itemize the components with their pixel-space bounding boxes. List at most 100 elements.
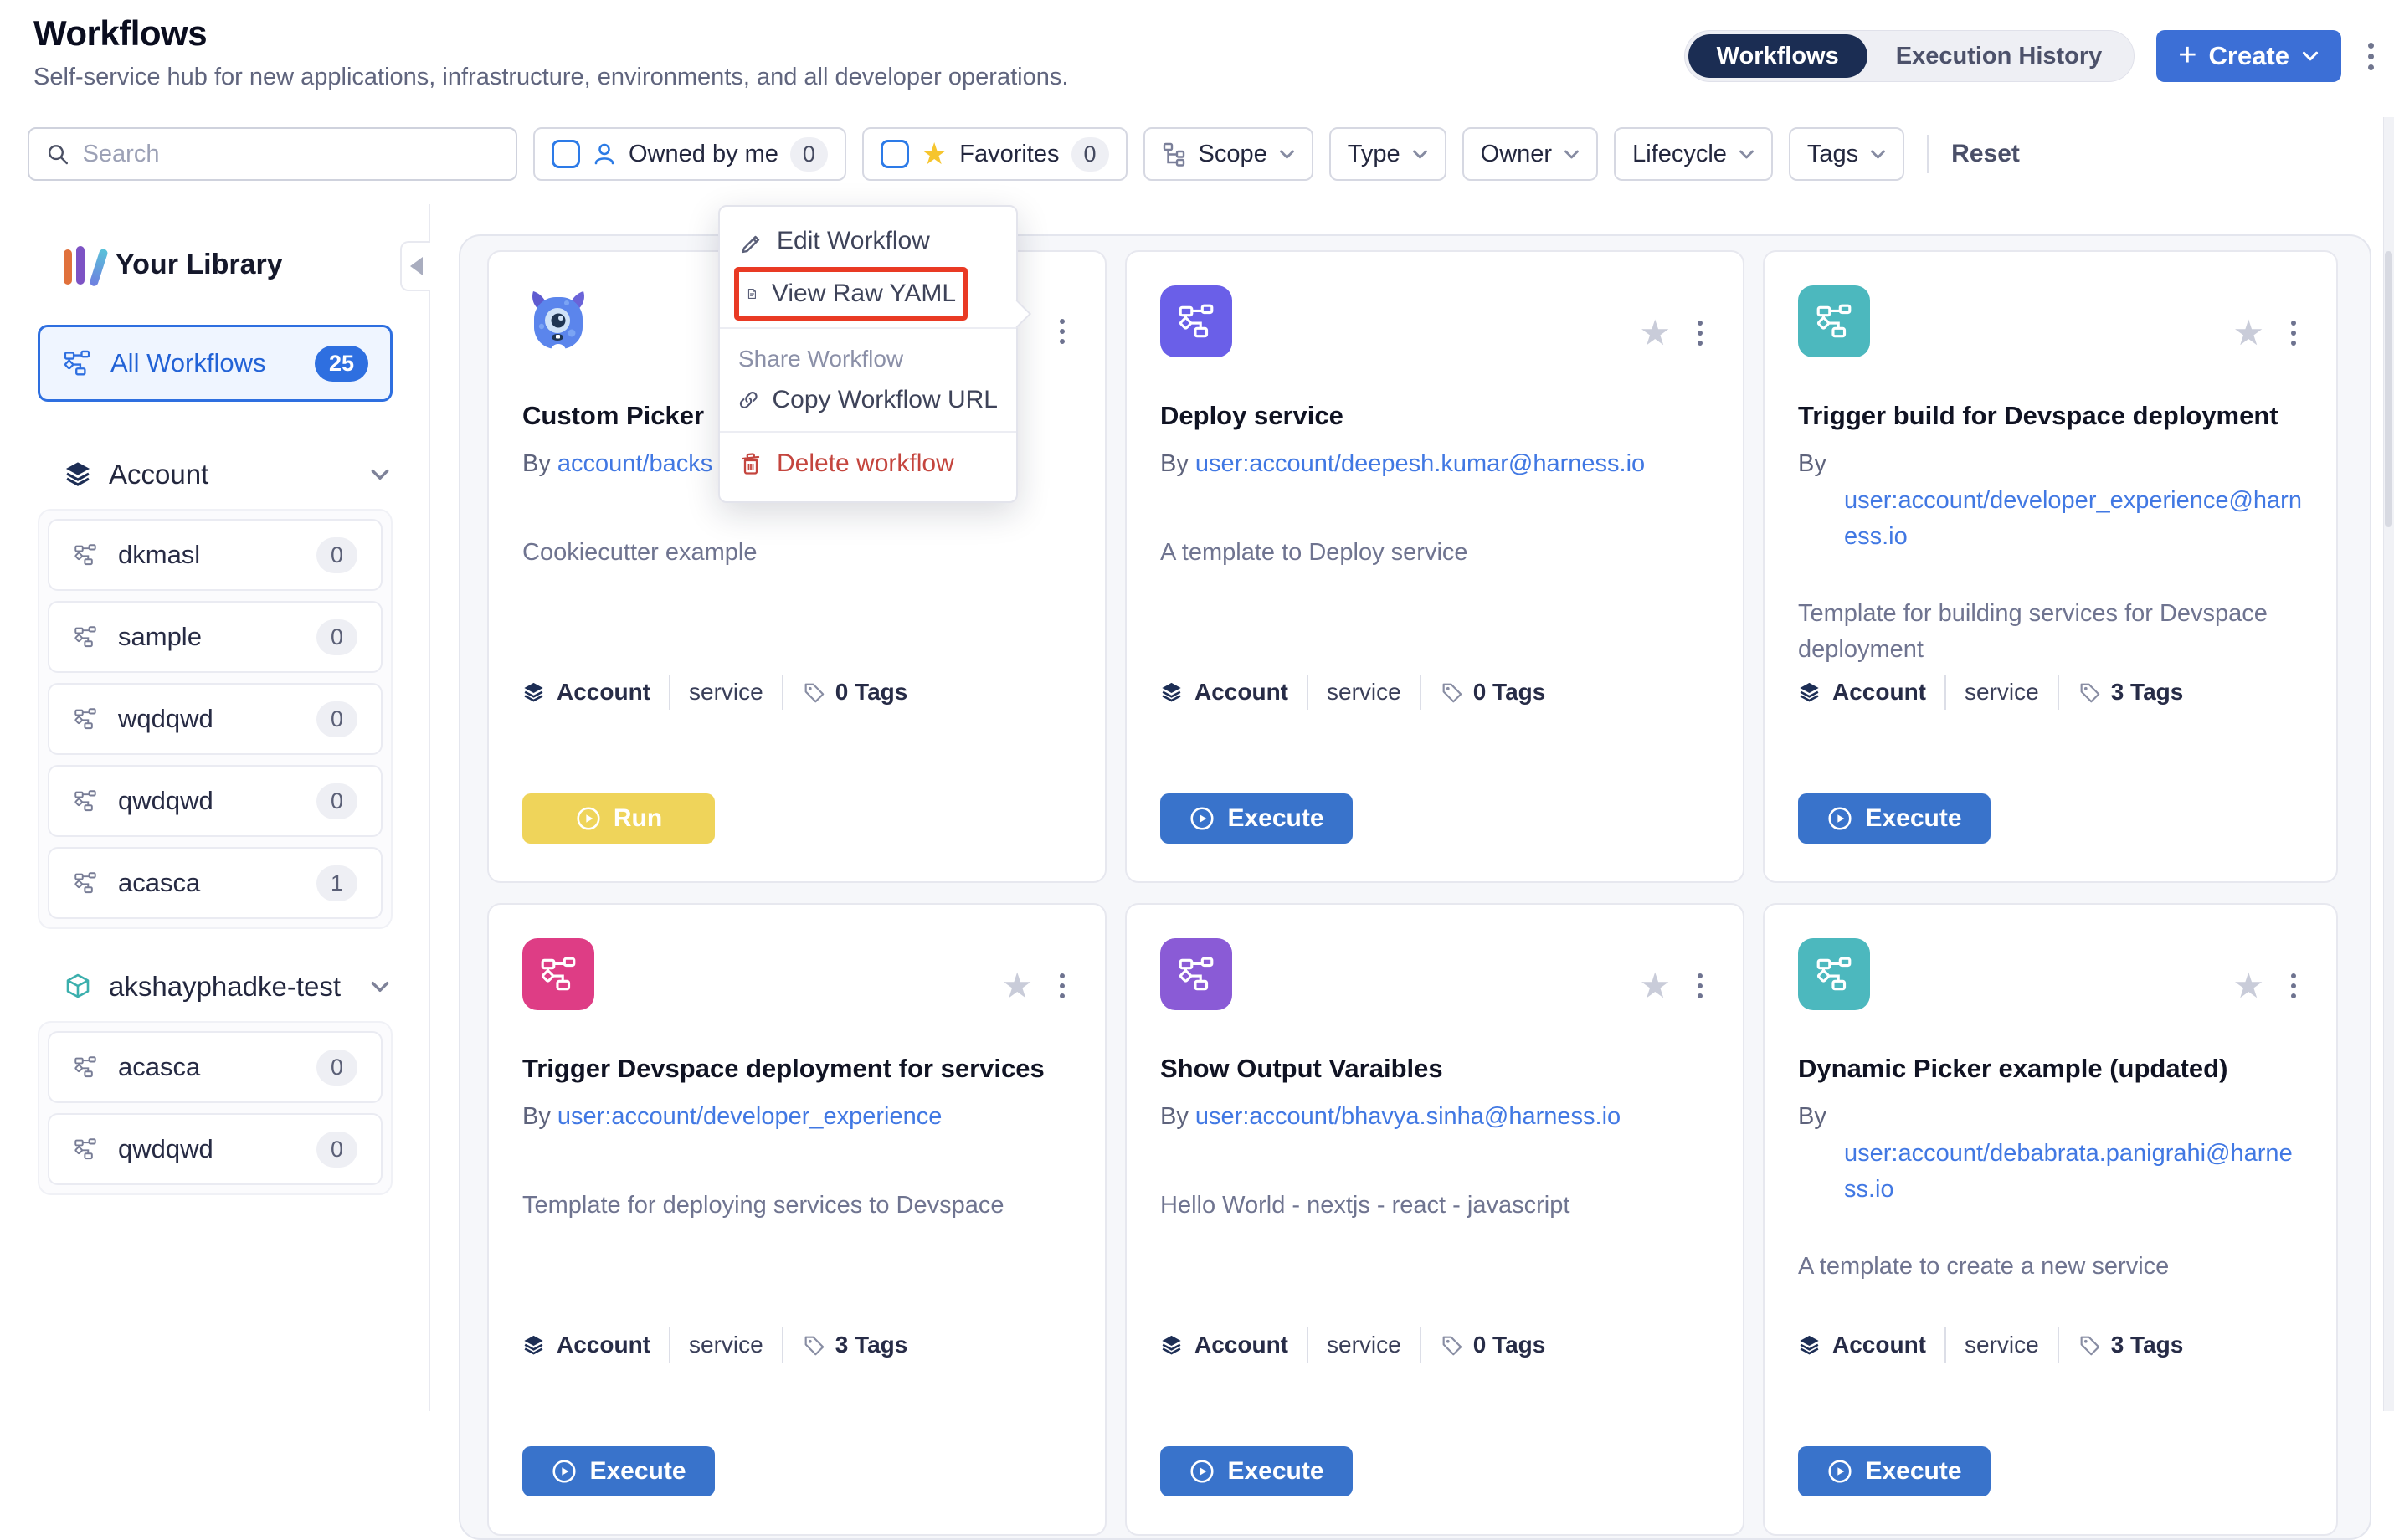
- favorite-star-icon[interactable]: ★: [1639, 316, 1671, 351]
- execute-button[interactable]: Execute: [1798, 793, 1991, 844]
- sidebar-item-all-workflows[interactable]: All Workflows 25: [38, 325, 393, 402]
- play-icon: [1826, 1458, 1853, 1485]
- scrollbar-thumb[interactable]: [2385, 251, 2392, 527]
- card-title: Trigger build for Devspace deployment: [1798, 401, 2303, 431]
- author-link[interactable]: user:account/deepesh.kumar@harness.io: [1195, 450, 1645, 477]
- scope-label: Scope: [1199, 141, 1267, 168]
- workflow-card-trigger-build[interactable]: ★ Trigger build for Devspace deployment …: [1763, 250, 2338, 883]
- author-link[interactable]: user:account/developer_experience: [557, 1103, 942, 1130]
- chevron-down-icon: [1279, 149, 1295, 160]
- owner-label: Owner: [1481, 141, 1552, 168]
- lifecycle-dropdown[interactable]: Lifecycle: [1614, 127, 1773, 181]
- menu-item-view-raw-yaml[interactable]: View Raw YAML: [739, 272, 963, 316]
- workflow-icon: [73, 1137, 98, 1162]
- favorite-star-icon[interactable]: ★: [1639, 968, 1671, 1004]
- author-link[interactable]: user:account/bhavya.sinha@harness.io: [1195, 1103, 1621, 1130]
- execute-button[interactable]: Execute: [1160, 793, 1353, 844]
- workflow-card-show-output[interactable]: ★ Show Output Varaibles By user:account/…: [1125, 903, 1744, 1536]
- scope-dropdown[interactable]: Scope: [1143, 127, 1313, 181]
- owner-dropdown[interactable]: Owner: [1462, 127, 1598, 181]
- layers-icon: [522, 681, 545, 704]
- favorite-star-icon[interactable]: ★: [2232, 316, 2264, 351]
- workflow-tile-icon: [1160, 285, 1232, 357]
- page-scrollbar[interactable]: [2383, 117, 2394, 1411]
- workflow-icon: [73, 542, 98, 567]
- workflow-icon: [73, 706, 98, 732]
- sidebar-collapse-button[interactable]: [400, 241, 430, 291]
- play-icon: [1826, 805, 1853, 832]
- favorites-checkbox[interactable]: [881, 140, 909, 168]
- sidebar-group-akshayphadke-test[interactable]: akshayphadke-test: [64, 971, 390, 1003]
- header-actions: Workflows Execution History + Create: [1684, 30, 2379, 82]
- workflow-card-trigger-devspace[interactable]: ★ Trigger Devspace deployment for servic…: [487, 903, 1107, 1536]
- menu-section-share: Share Workflow: [720, 336, 1016, 376]
- card-kebab-menu-icon[interactable]: [1694, 317, 1706, 349]
- view-toggle: Workflows Execution History: [1684, 30, 2135, 82]
- item-count: 0: [316, 537, 357, 573]
- tab-execution-history[interactable]: Execution History: [1867, 34, 2131, 78]
- card-kebab-menu-icon[interactable]: [1694, 970, 1706, 1002]
- header-kebab-menu-icon[interactable]: [2363, 38, 2379, 75]
- author-link[interactable]: account/backs: [557, 450, 712, 477]
- item-label: dkmasl: [118, 540, 200, 570]
- run-button[interactable]: Run: [522, 793, 715, 844]
- menu-item-edit-workflow[interactable]: Edit Workflow: [720, 217, 1016, 265]
- favorite-star-icon[interactable]: ★: [1001, 968, 1033, 1004]
- sidebar-item-qwdqwd[interactable]: qwdqwd 0: [48, 765, 383, 837]
- sidebar-item-acasca-2[interactable]: acasca 0: [48, 1031, 383, 1103]
- layers-icon: [522, 1334, 545, 1357]
- create-button[interactable]: + Create: [2156, 30, 2341, 82]
- tags-dropdown[interactable]: Tags: [1789, 127, 1904, 181]
- workflow-icon: [73, 1055, 98, 1080]
- owned-by-me-label: Owned by me: [629, 141, 778, 168]
- sidebar-item-acasca[interactable]: acasca 1: [48, 847, 383, 919]
- sidebar-group-account[interactable]: Account: [64, 459, 390, 490]
- workflow-icon: [62, 348, 92, 378]
- execute-button[interactable]: Execute: [1160, 1446, 1353, 1496]
- type-label: Type: [1348, 141, 1400, 168]
- card-kebab-menu-icon[interactable]: [2288, 970, 2299, 1002]
- card-footer: Account service 0 Tags: [522, 675, 907, 710]
- sidebar-item-sample[interactable]: sample 0: [48, 601, 383, 673]
- author-link[interactable]: user:account/debabrata.panigrahi@harness…: [1844, 1140, 2293, 1204]
- play-icon: [575, 805, 602, 832]
- type-dropdown[interactable]: Type: [1329, 127, 1446, 181]
- chevron-down-icon: [370, 980, 390, 993]
- menu-item-delete-workflow[interactable]: Delete workflow: [720, 439, 1016, 488]
- star-icon: ★: [921, 139, 948, 169]
- owned-by-me-filter[interactable]: Owned by me 0: [533, 127, 846, 181]
- card-title: Trigger Devspace deployment for services: [522, 1054, 1071, 1084]
- sidebar-item-qwdqwd-2[interactable]: qwdqwd 0: [48, 1113, 383, 1185]
- library-title: Your Library: [116, 249, 283, 281]
- scope-icon: [1162, 141, 1187, 167]
- execute-button[interactable]: Execute: [522, 1446, 715, 1496]
- sidebar-item-wqdqwd[interactable]: wqdqwd 0: [48, 683, 383, 755]
- card-author: By user:account/debabrata.panigrahi@harn…: [1798, 1099, 2303, 1209]
- card-kebab-menu-icon[interactable]: [1056, 970, 1068, 1002]
- card-title: Dynamic Picker example (updated): [1798, 1054, 2303, 1084]
- page-title: Workflows: [33, 13, 207, 54]
- author-link[interactable]: user:account/developer_experience@harnes…: [1844, 487, 2302, 551]
- chevron-down-icon: [370, 468, 390, 481]
- owned-by-me-checkbox[interactable]: [552, 140, 580, 168]
- execute-button[interactable]: Execute: [1798, 1446, 1991, 1496]
- search-box: [28, 127, 517, 181]
- layers-icon: [1798, 681, 1821, 704]
- item-label: acasca: [118, 1052, 200, 1082]
- search-input[interactable]: [83, 141, 499, 168]
- cube-icon: [64, 973, 92, 1001]
- workflow-card-deploy-service[interactable]: ★ Deploy service By user:account/deepesh…: [1125, 250, 1744, 883]
- reset-filters-button[interactable]: Reset: [1951, 140, 2020, 168]
- monster-icon: [522, 285, 594, 357]
- favorite-star-icon[interactable]: ★: [2232, 968, 2264, 1004]
- tag-icon: [1440, 1333, 1463, 1357]
- sidebar-item-dkmasl[interactable]: dkmasl 0: [48, 519, 383, 591]
- favorites-filter[interactable]: ★ Favorites 0: [862, 127, 1128, 181]
- menu-item-copy-workflow-url[interactable]: Copy Workflow URL: [720, 376, 1016, 424]
- tab-workflows[interactable]: Workflows: [1688, 34, 1867, 78]
- card-kebab-menu-icon[interactable]: [1056, 316, 1068, 347]
- workflow-card-dynamic-picker[interactable]: ★ Dynamic Picker example (updated) By us…: [1763, 903, 2338, 1536]
- play-icon: [1189, 1458, 1215, 1485]
- card-kebab-menu-icon[interactable]: [2288, 317, 2299, 349]
- favorites-count: 0: [1071, 137, 1109, 172]
